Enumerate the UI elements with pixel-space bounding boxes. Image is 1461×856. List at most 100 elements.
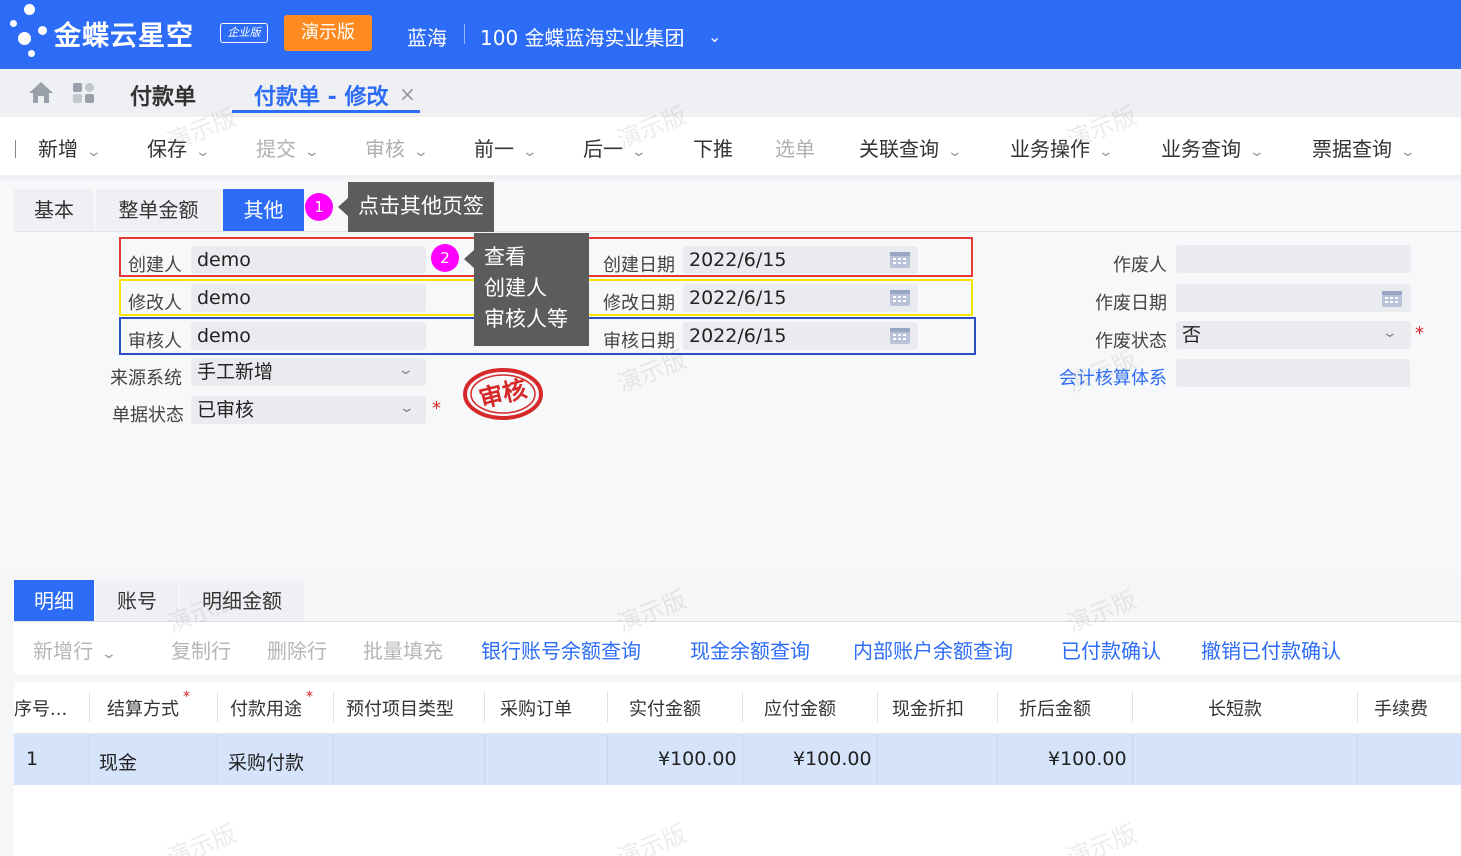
cell-purpose[interactable]: 采购付款 [228,748,304,775]
chevron-down-icon[interactable]: ⌄ [1382,325,1398,341]
step-2-tooltip: 查看 创建人 审核人等 [474,233,589,346]
step-2-badge: 2 [431,244,459,272]
column-header[interactable]: 折后金额 [1019,695,1091,721]
column-header[interactable]: 结算方式 [107,695,179,721]
tab-other[interactable]: 其他 [223,189,304,231]
copy-row-button[interactable]: 复制行 [171,635,231,664]
business-operation-button[interactable]: 业务操作 ⌄ [1010,133,1114,162]
void-date-field[interactable] [1176,284,1411,312]
column-header[interactable]: 序号... [14,695,67,721]
column-header[interactable]: 预付项目类型 [346,695,454,721]
tooltip-arrow [464,250,474,268]
new-button[interactable]: 新增 ⌄ [38,133,102,162]
column-divider[interactable] [484,692,485,722]
demo-badge-button[interactable]: 演示版 [284,15,372,51]
column-divider[interactable] [1357,692,1358,722]
tab-detail[interactable]: 明细 [14,580,94,622]
apps-grid-icon[interactable] [72,82,96,104]
save-button[interactable]: 保存 ⌄ [147,133,211,162]
column-divider[interactable] [1132,692,1133,722]
chevron-down-icon[interactable]: ⌄ [631,144,647,160]
chevron-down-icon[interactable]: ⌄ [304,144,320,160]
business-operation-label: 业务操作 [1010,137,1090,161]
paid-confirm-button[interactable]: 已付款确认 [1061,635,1161,664]
column-divider[interactable] [742,692,743,722]
audited-stamp: 审核 [463,368,543,420]
add-row-label: 新增行 [33,639,93,663]
column-divider[interactable] [89,692,90,722]
source-system-select[interactable]: 手工新增 [191,358,426,386]
company-selector[interactable]: 100 金蝶蓝海实业集团 [480,22,685,51]
column-divider[interactable] [217,692,218,722]
column-divider[interactable] [877,692,878,722]
void-status-select[interactable]: 否 [1176,321,1411,349]
accounting-system-field[interactable] [1176,359,1410,387]
chevron-down-icon[interactable]: ⌄ [522,144,538,160]
delete-row-button[interactable]: 删除行 [267,635,327,664]
cell-divider [89,734,90,785]
audit-button[interactable]: 审核 ⌄ [365,133,429,162]
org-name[interactable]: 蓝海 [407,22,447,51]
chevron-down-icon[interactable]: ⌄ [399,400,415,416]
business-query-button[interactable]: 业务查询 ⌄ [1161,133,1265,162]
column-header[interactable]: 付款用途 [230,695,302,721]
push-down-button[interactable]: 下推 [693,133,733,162]
close-icon[interactable]: × [399,82,416,106]
chevron-down-icon[interactable]: ⌄ [1249,144,1265,160]
tab-payment-list[interactable]: 付款单 [130,79,196,111]
column-divider[interactable] [607,692,608,722]
void-by-field[interactable] [1176,245,1411,273]
select-bill-button[interactable]: 选单 [775,133,815,162]
column-divider[interactable] [997,692,998,722]
chevron-down-icon[interactable]: ⌄ [708,27,721,46]
chevron-down-icon[interactable]: ⌄ [195,144,211,160]
chevron-down-icon[interactable]: ⌄ [413,144,429,160]
column-header[interactable]: 现金折扣 [892,695,964,721]
add-row-button[interactable]: 新增行 ⌄ [33,635,117,664]
column-header[interactable]: 应付金额 [764,695,836,721]
column-header[interactable]: 手续费 [1374,695,1428,721]
save-label: 保存 [147,137,187,161]
chevron-down-icon[interactable]: ⌄ [86,144,102,160]
step-2-line: 审核人等 [484,307,568,331]
internal-balance-query-button[interactable]: 内部账户余额查询 [853,635,1013,664]
cell-paid-amount[interactable]: ¥100.00 [658,748,737,770]
accounting-system-link[interactable]: 会计核算体系 [1059,364,1167,390]
chevron-down-icon[interactable]: ⌄ [947,144,963,160]
submit-button[interactable]: 提交 ⌄ [256,133,320,162]
cell-after-discount[interactable]: ¥100.00 [1048,748,1127,770]
audit-label: 审核 [365,137,405,161]
related-query-button[interactable]: 关联查询 ⌄ [859,133,963,162]
cell-settle-type[interactable]: 现金 [99,748,137,775]
batch-fill-button[interactable]: 批量填充 [363,635,443,664]
bill-status-select[interactable]: 已审核 [191,396,426,424]
tab-account[interactable]: 账号 [96,580,178,622]
column-header[interactable]: 采购订单 [500,695,572,721]
column-header[interactable]: 实付金额 [629,695,701,721]
cancel-paid-confirm-button[interactable]: 撤销已付款确认 [1201,635,1341,664]
step-1-tooltip: 点击其他页签 [348,182,494,232]
void-status-label: 作废状态 [1095,331,1167,352]
home-icon[interactable] [28,80,54,104]
tab-detail-amount[interactable]: 明细金额 [180,580,304,622]
tab-total-amount[interactable]: 整单金额 [96,189,221,231]
chevron-down-icon[interactable]: ⌄ [398,362,414,378]
invoice-query-button[interactable]: 票据查询 ⌄ [1312,133,1416,162]
calendar-icon[interactable] [1381,288,1403,308]
cell-payable-amount[interactable]: ¥100.00 [793,748,872,770]
cash-balance-query-button[interactable]: 现金余额查询 [690,635,810,664]
tab-payment-edit[interactable]: 付款单 - 修改 [254,79,388,111]
next-button[interactable]: 后一 ⌄ [583,133,647,162]
column-header[interactable]: 长短款 [1208,695,1262,721]
header-divider [464,24,465,44]
column-divider[interactable] [333,692,334,722]
tab-basic[interactable]: 基本 [14,189,94,231]
brand-name: 金蝶云星空 [54,21,194,52]
bank-balance-query-button[interactable]: 银行账号余额查询 [481,635,641,664]
chevron-down-icon[interactable]: ⌄ [1098,144,1114,160]
chevron-down-icon[interactable]: ⌄ [1400,144,1416,160]
cell-seq[interactable]: 1 [26,748,38,770]
prev-button[interactable]: 前一 ⌄ [474,133,538,162]
chevron-down-icon[interactable]: ⌄ [101,646,117,662]
source-system-label: 来源系统 [110,368,182,389]
